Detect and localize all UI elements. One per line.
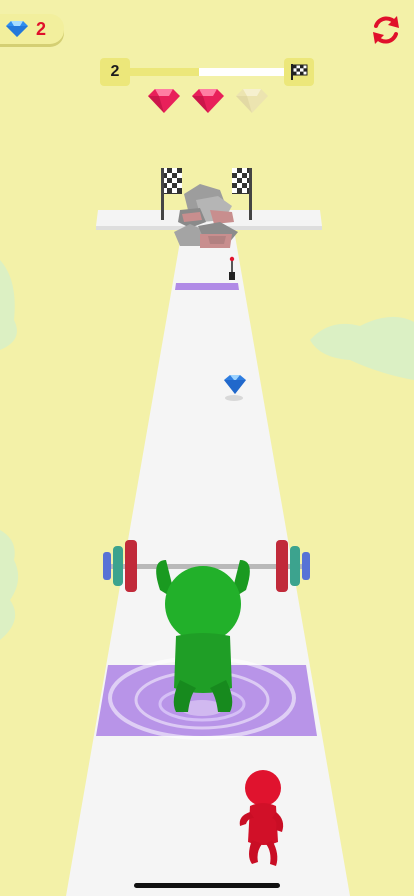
right-cloud <box>310 316 414 380</box>
restart-icon[interactable] <box>368 12 404 48</box>
current-level: 2 <box>100 58 130 86</box>
progress-track <box>128 68 286 76</box>
left-cloud <box>0 260 17 350</box>
level-progress: 2 <box>100 58 314 88</box>
game-scene <box>0 168 414 896</box>
diamond-icon <box>6 21 28 37</box>
finish-flag-icon <box>284 58 314 86</box>
ruby-icon <box>192 89 224 113</box>
gem-count: 2 <box>36 18 47 39</box>
left-bush <box>0 530 19 640</box>
ruby-icon <box>236 89 268 113</box>
lever <box>229 272 235 280</box>
gem-counter: 2 <box>0 14 64 44</box>
progress-fill <box>128 68 200 76</box>
gem-rating <box>148 88 268 116</box>
ruby-icon <box>148 89 180 113</box>
rock-pile <box>174 184 238 248</box>
far-purple-gate <box>175 283 239 290</box>
home-indicator <box>134 883 280 888</box>
